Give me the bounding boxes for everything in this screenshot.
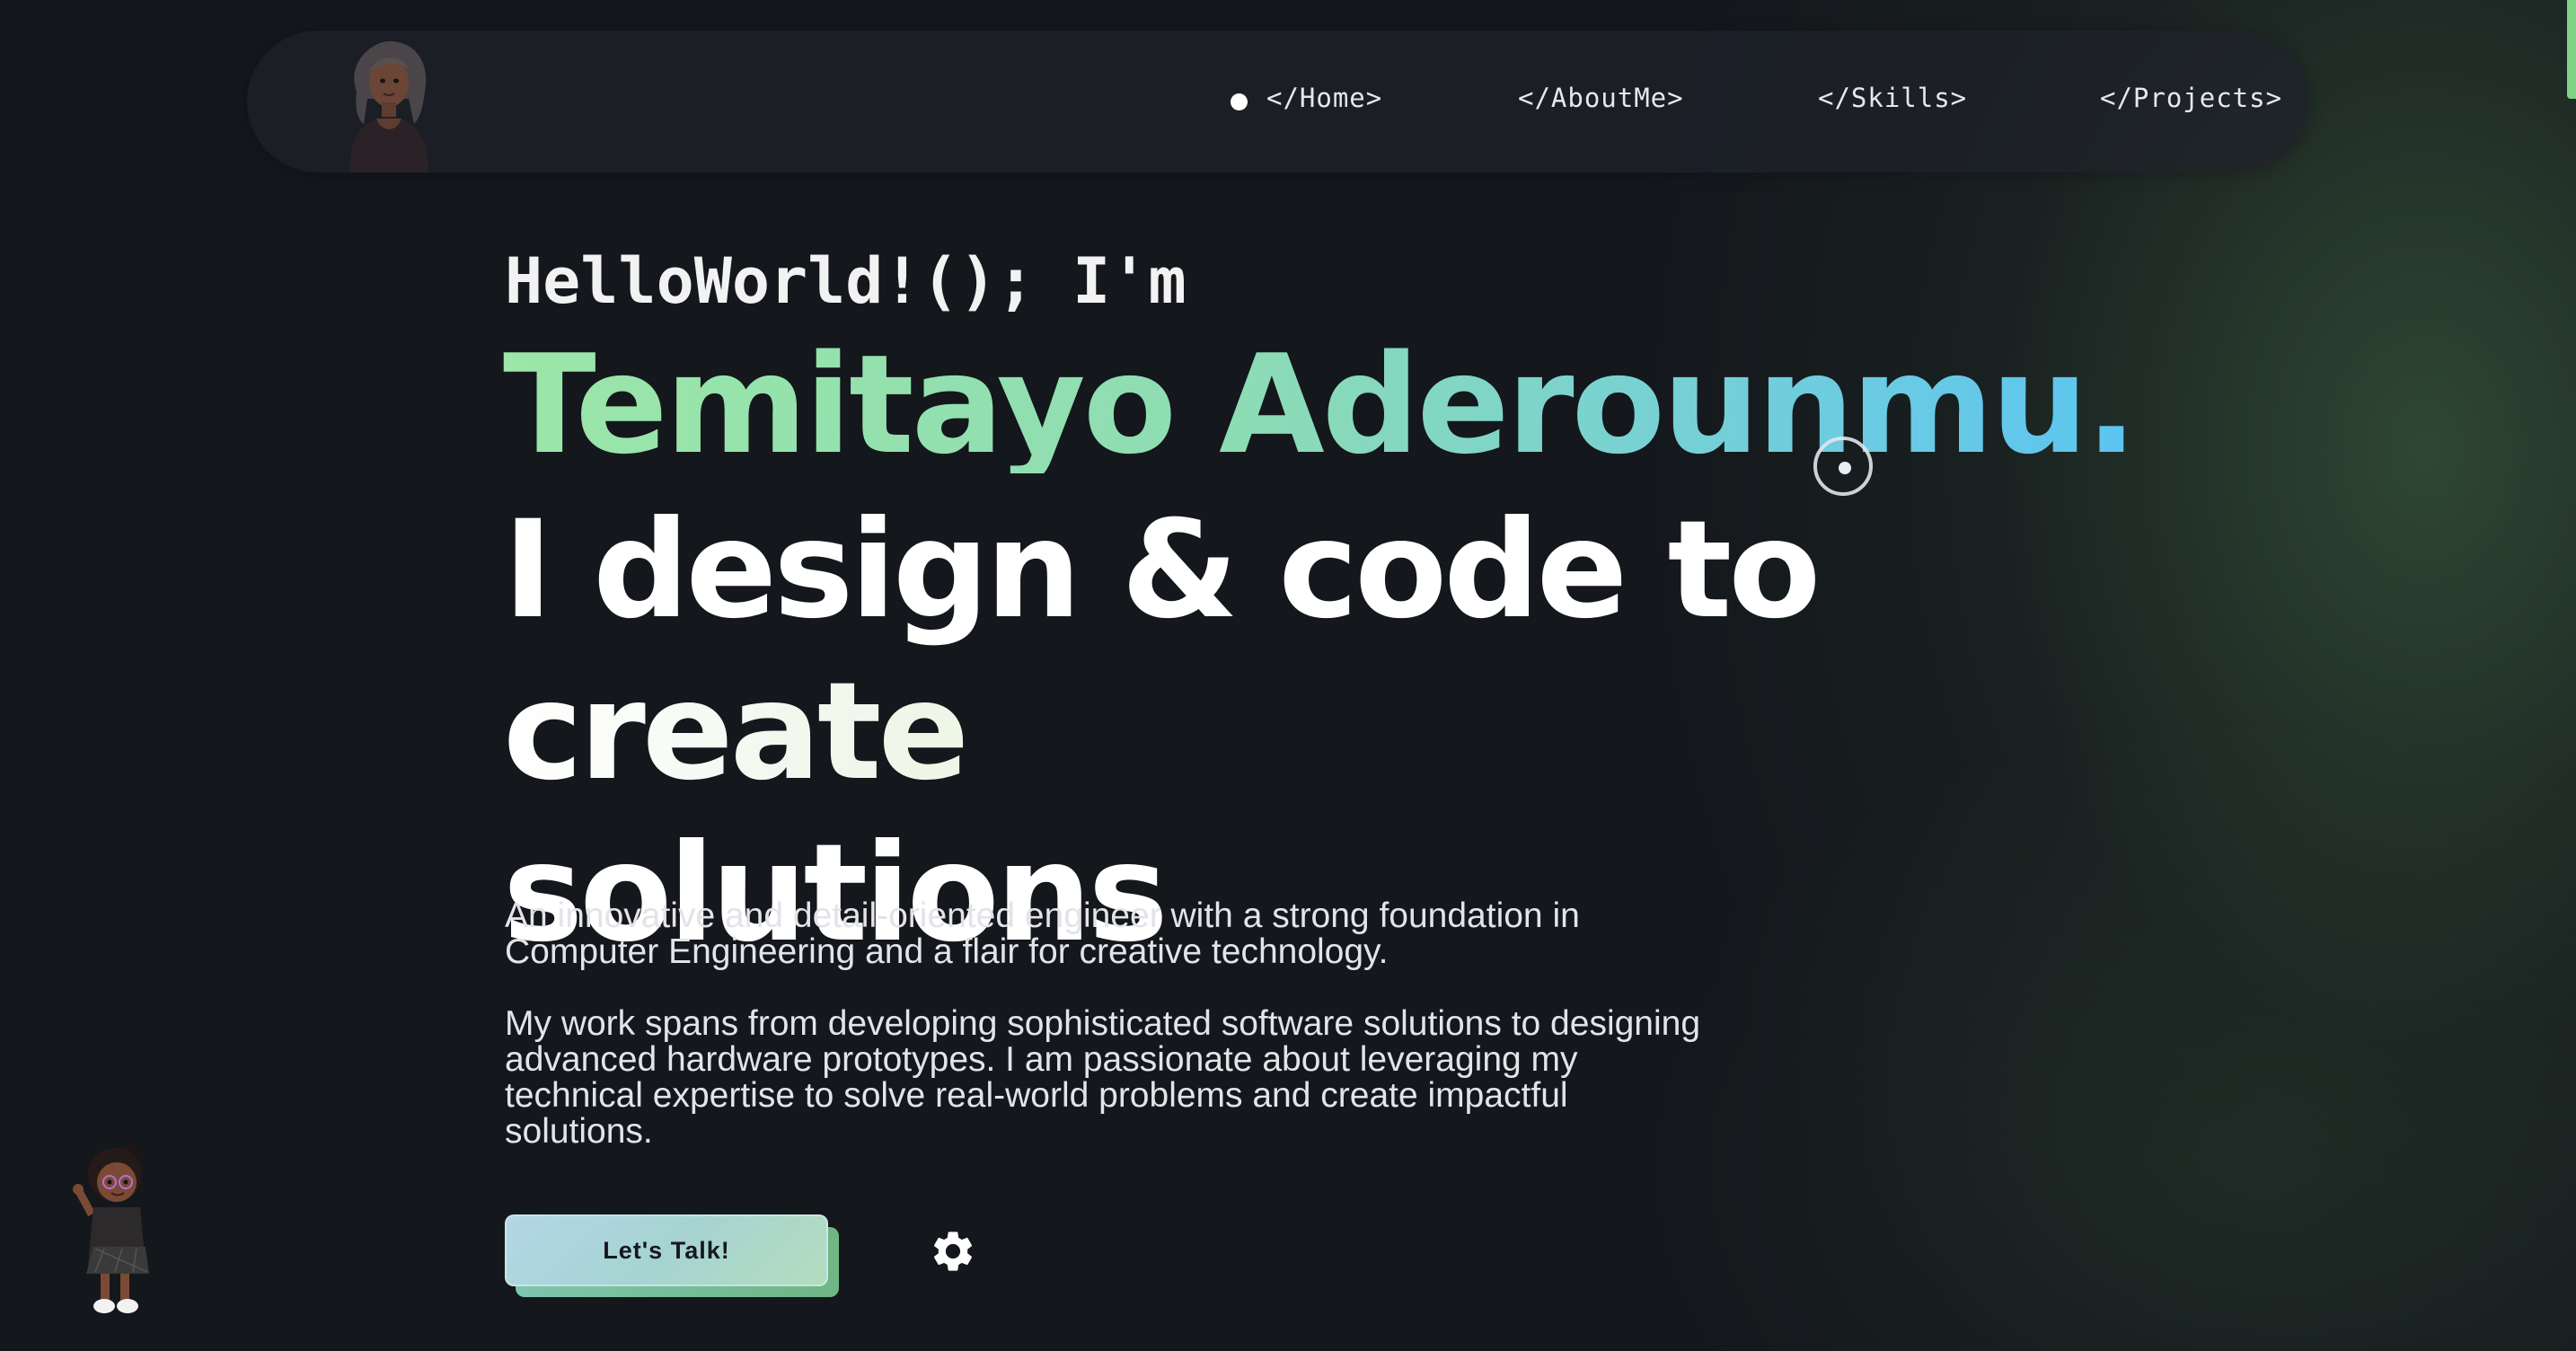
gear-icon[interactable] — [929, 1227, 977, 1276]
nav-avatar-icon[interactable] — [337, 36, 437, 172]
intro-paragraph-2: My work spans from developing sophistica… — [505, 1004, 1701, 1151]
intro-paragraph-1: An innovative and detail-oriented engine… — [505, 896, 1580, 971]
nav-skills-link[interactable]: </Skills> — [1818, 83, 1967, 113]
cursor-dot — [1839, 462, 1851, 474]
nav-aboutme-link[interactable]: </AboutMe> — [1518, 83, 1684, 113]
hero-name: Temitayo Aderounmu. — [503, 325, 2138, 484]
lets-talk-button[interactable]: Let's Talk! — [505, 1214, 828, 1286]
nav-home-link[interactable]: </Home> — [1266, 83, 1382, 113]
corner-avatar-icon[interactable] — [68, 1139, 165, 1319]
nav-active-indicator — [1231, 93, 1248, 110]
nav-projects-link[interactable]: </Projects> — [2100, 83, 2282, 113]
scrollbar-thumb[interactable] — [2567, 0, 2576, 99]
cursor-ring-icon — [1813, 437, 1873, 496]
tagline-highlight: create — [503, 654, 969, 810]
top-navbar: </Home> </AboutMe> </Skills> </Projects> — [247, 31, 2309, 172]
tagline-part-1: I design & code to — [503, 492, 1821, 649]
greeting-text: HelloWorld!(); I'm — [505, 244, 1187, 318]
